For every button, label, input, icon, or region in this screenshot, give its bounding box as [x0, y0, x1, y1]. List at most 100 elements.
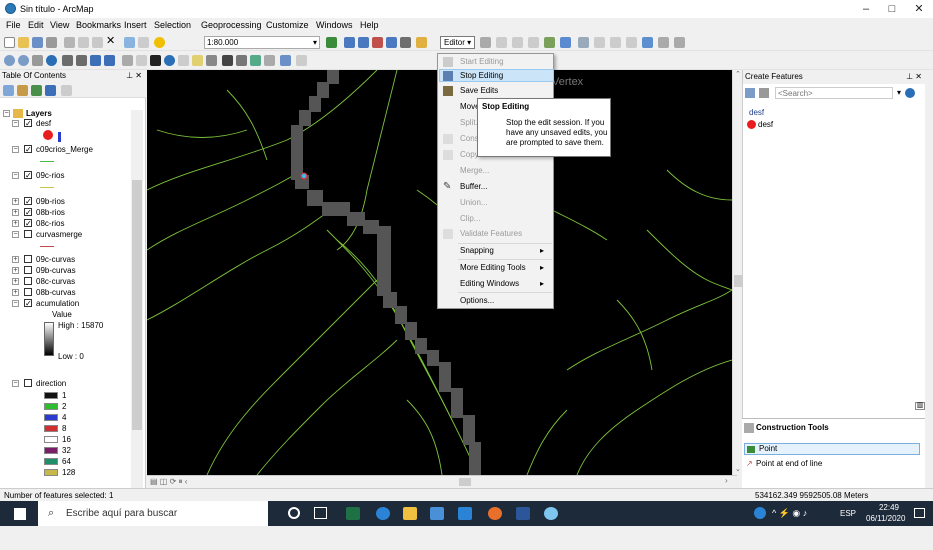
taskbar-search-box[interactable]: ⌕ Escribe aquí para buscar	[38, 501, 268, 526]
cortana-icon[interactable]	[288, 507, 300, 519]
python-icon[interactable]	[386, 37, 397, 48]
scroll-up-icon[interactable]: ⌃	[735, 70, 741, 78]
undo-icon[interactable]	[124, 37, 135, 48]
view-toggle-icon[interactable]: ▤ ◫ ⟳ ⏸ ‹	[150, 477, 187, 487]
layer-c09crios-merge[interactable]: c09crios_Merge	[36, 145, 93, 154]
layer-09b-rios[interactable]: 09b-rios	[36, 197, 65, 206]
menu-bookmarks[interactable]: Bookmarks	[76, 20, 121, 30]
endpoint-arc-icon[interactable]	[528, 37, 539, 48]
windows-start-icon[interactable]	[14, 508, 26, 520]
open-folder-icon[interactable]	[18, 37, 29, 48]
select-elements-icon[interactable]	[150, 55, 161, 66]
chrome-icon[interactable]	[488, 507, 502, 520]
toc-options-icon[interactable]	[61, 85, 72, 96]
menu-windows[interactable]: Windows	[316, 20, 353, 30]
fixed-zoom-out-icon[interactable]	[76, 55, 87, 66]
list-by-source-icon[interactable]	[17, 85, 28, 96]
menu-union[interactable]: Union...	[460, 198, 488, 207]
template-view-icon[interactable]	[759, 88, 769, 98]
table-of-contents-icon[interactable]	[344, 37, 355, 48]
layer-08b-curvas[interactable]: 08b-curvas	[36, 288, 76, 297]
straight-segment-icon[interactable]	[512, 37, 523, 48]
save-icon[interactable]	[32, 37, 43, 48]
edge-icon[interactable]	[376, 507, 390, 520]
pan-icon[interactable]	[32, 55, 43, 66]
clear-selection-icon[interactable]	[136, 55, 147, 66]
08b-rios-checkbox[interactable]: ✓	[24, 208, 32, 217]
store-icon[interactable]	[430, 507, 444, 520]
menu-buffer[interactable]: Buffer...	[460, 182, 487, 191]
new-document-icon[interactable]	[4, 37, 15, 48]
map-bottom-scrollbar[interactable]: ▤ ◫ ⟳ ⏸ ‹ ›	[147, 475, 737, 487]
expand-08b-curvas-icon[interactable]: +	[12, 289, 19, 296]
menu-customize[interactable]: Customize	[266, 20, 309, 30]
menu-editing-windows[interactable]: Editing Windows ▸	[460, 279, 544, 288]
09b-curvas-checkbox[interactable]	[24, 266, 32, 274]
word-icon[interactable]	[516, 507, 530, 520]
split-tool-icon[interactable]	[610, 37, 621, 48]
layout-tool-icon[interactable]	[296, 55, 307, 66]
c09crios-checkbox[interactable]: ✓	[24, 145, 32, 154]
paste-icon[interactable]	[92, 37, 103, 48]
menu-stop-editing[interactable]: Stop Editing	[460, 71, 503, 80]
select-features-icon[interactable]	[122, 55, 133, 66]
direction-checkbox[interactable]	[24, 379, 32, 387]
collapse-acumulation-icon[interactable]: −	[12, 300, 19, 307]
layer-08b-rios[interactable]: 08b-rios	[36, 208, 65, 217]
expand-09b-rios-icon[interactable]: +	[12, 198, 19, 205]
sketch-properties-icon[interactable]	[658, 37, 669, 48]
menu-edit[interactable]: Edit	[28, 20, 44, 30]
edit-vertices-icon[interactable]	[560, 37, 571, 48]
scroll-down-icon[interactable]: ⌄	[735, 465, 741, 473]
selected-point-feature[interactable]	[300, 172, 308, 180]
side-dock-tabs[interactable]	[925, 70, 933, 488]
time-slider-icon[interactable]	[264, 55, 275, 66]
close-button[interactable]: ✕	[905, 2, 933, 16]
maximize-button[interactable]: □	[878, 2, 906, 16]
mail-icon[interactable]	[458, 507, 472, 520]
map-right-scrollbar[interactable]: ⌃ ⌄	[732, 70, 742, 475]
menu-validate-features[interactable]: Validate Features	[460, 229, 522, 238]
collapse-desf-icon[interactable]: −	[12, 120, 19, 127]
find-route-icon[interactable]	[236, 55, 247, 66]
desf-visibility-checkbox[interactable]: ✓	[24, 119, 32, 128]
layers-root[interactable]: Layers	[26, 109, 52, 118]
cut-polygons-icon[interactable]	[594, 37, 605, 48]
09c-rios-checkbox[interactable]: ✓	[24, 171, 32, 180]
menu-selection[interactable]: Selection	[154, 20, 191, 30]
acumulation-checkbox[interactable]: ✓	[24, 299, 32, 308]
redo-icon[interactable]	[138, 37, 149, 48]
measure-icon[interactable]	[206, 55, 217, 66]
layer-acumulation[interactable]: acumulation	[36, 299, 79, 308]
menu-save-edits[interactable]: Save Edits	[460, 86, 498, 95]
identify-icon[interactable]	[164, 55, 175, 66]
arctoolbox-icon[interactable]	[372, 37, 383, 48]
expand-08c-curvas-icon[interactable]: +	[12, 278, 19, 285]
menu-clip[interactable]: Clip...	[460, 214, 480, 223]
collapse-layers-icon[interactable]: −	[3, 110, 10, 117]
add-data-icon[interactable]	[154, 37, 165, 48]
08c-curvas-checkbox[interactable]	[24, 277, 32, 285]
menu-view[interactable]: View	[50, 20, 69, 30]
layer-curvasmerge[interactable]: curvasmerge	[36, 230, 82, 239]
catalog-icon[interactable]	[358, 37, 369, 48]
zoom-out-icon[interactable]	[18, 55, 29, 66]
expand-08c-rios-icon[interactable]: +	[12, 220, 19, 227]
organize-templates-icon[interactable]	[745, 88, 755, 98]
help-icon[interactable]	[754, 507, 766, 519]
taskbar-time[interactable]: 22:49	[872, 503, 906, 512]
layer-direction[interactable]: direction	[36, 379, 66, 388]
copy-icon[interactable]	[78, 37, 89, 48]
create-features-icon[interactable]	[674, 37, 685, 48]
notifications-icon[interactable]	[914, 508, 925, 518]
layer-08c-curvas[interactable]: 08c-curvas	[36, 277, 75, 286]
html-popup-icon[interactable]	[192, 55, 203, 66]
map-vscroll-thumb[interactable]	[734, 275, 742, 287]
09b-rios-checkbox[interactable]: ✓	[24, 197, 32, 206]
attributes-icon[interactable]	[642, 37, 653, 48]
trace-icon[interactable]	[544, 37, 555, 48]
taskbar-date[interactable]: 06/11/2020	[866, 514, 905, 523]
print-icon[interactable]	[46, 37, 57, 48]
list-by-selection-icon[interactable]	[45, 85, 56, 96]
search-window-icon[interactable]	[416, 37, 427, 48]
